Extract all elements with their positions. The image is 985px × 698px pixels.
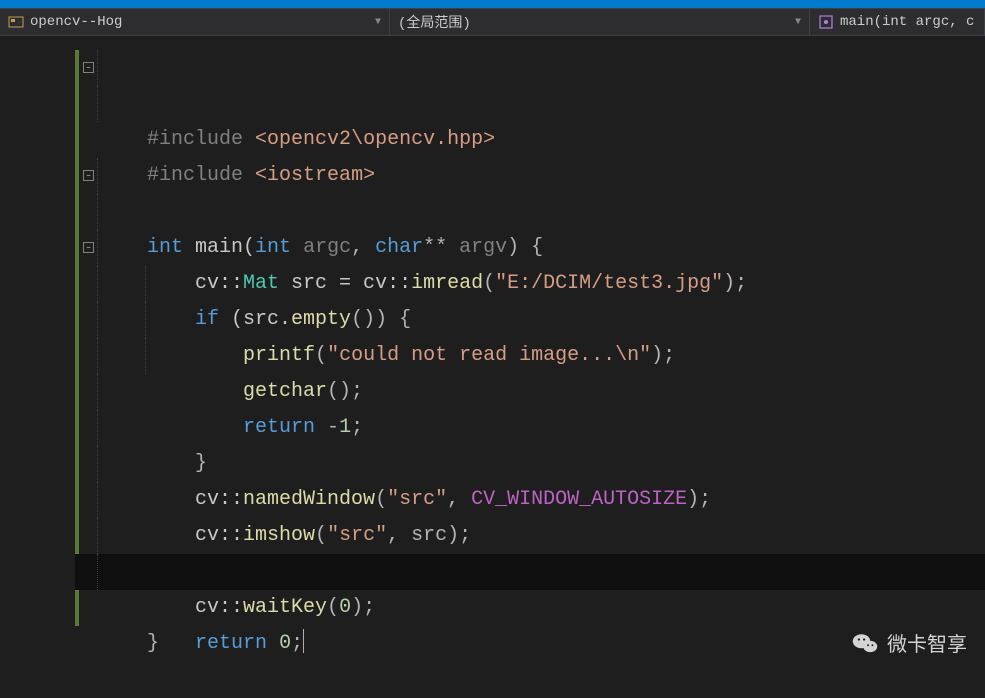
code-line: #include <iostream> [75,86,985,122]
context-navbar: opencv--Hog ▼ (全局范围) ▼ main(int argc, c [0,8,985,36]
number: 0 [279,632,291,655]
function-icon [818,14,834,30]
code-line: if (src.empty()) { [75,230,985,266]
code-line: return -1; [75,338,985,374]
code-line: cv::waitKey(0); [75,518,985,554]
scope-label: (全局范围) [398,12,471,32]
wechat-icon [851,629,879,657]
code-line: printf("could not read image...\n"); [75,266,985,302]
text-cursor [303,629,304,653]
gutter [0,36,75,671]
function-dropdown[interactable]: main(int argc, c [810,9,985,35]
chevron-down-icon: ▼ [795,17,801,28]
code-content[interactable]: #include <opencv2\opencv.hpp> #include <… [75,36,985,671]
watermark-text: 微卡智享 [887,628,967,657]
code-line: cv::Mat src = cv::imread("E:/DCIM/test3.… [75,194,985,230]
chevron-down-icon: ▼ [375,17,381,28]
code-line: int main(int argc, char** argv) { [75,158,985,194]
code-editor[interactable]: - - - #include <opencv2\opencv.hpp> #inc… [0,36,985,671]
code-line-active: return 0; [75,554,985,590]
punct: ; [291,632,303,655]
code-line: #include <opencv2\opencv.hpp> [75,50,985,86]
title-bar-accent [0,0,985,8]
project-name: opencv--Hog [30,14,122,30]
code-line: } [75,590,985,626]
project-dropdown[interactable]: opencv--Hog ▼ [0,9,390,35]
function-name: main(int argc, c [840,14,974,30]
space [267,632,279,655]
project-icon [8,14,24,30]
watermark: 微卡智享 [851,628,967,657]
code-line: cv::imshow("src", src); [75,446,985,482]
code-line: cv::namedWindow("src", CV_WINDOW_AUTOSIZ… [75,410,985,446]
punct: } [147,632,159,655]
code-line [75,122,985,158]
code-line [75,482,985,518]
scope-dropdown[interactable]: (全局范围) ▼ [390,9,810,35]
code-line: } [75,374,985,410]
code-line: getchar(); [75,302,985,338]
keyword: return [195,632,267,655]
